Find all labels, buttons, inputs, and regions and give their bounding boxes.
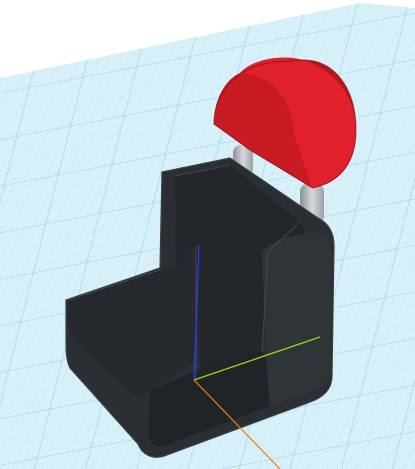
3d-viewport[interactable]	[0, 0, 415, 469]
right-armrest	[262, 232, 332, 406]
3d-scene[interactable]	[0, 0, 415, 469]
